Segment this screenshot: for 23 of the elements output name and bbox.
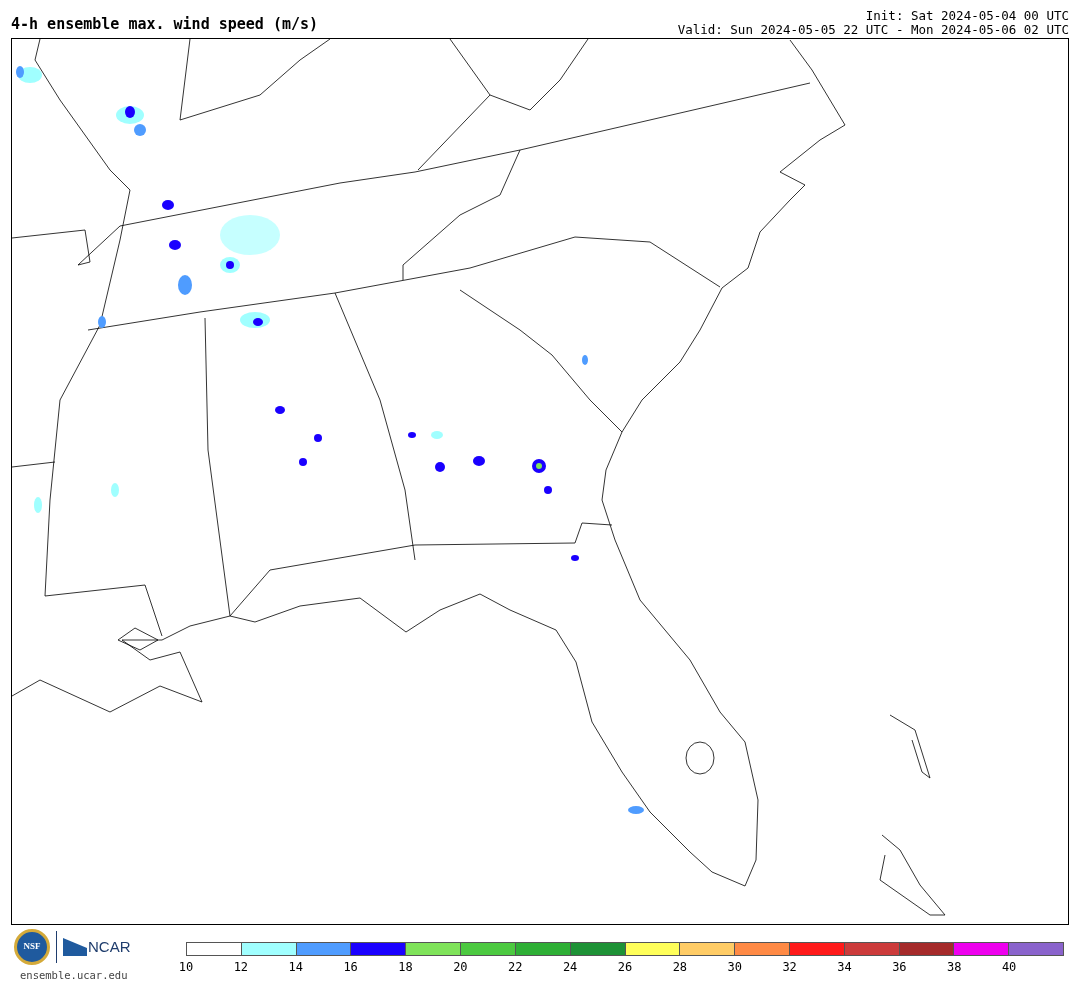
colorbar-tick-label: 36 [892, 961, 907, 973]
colorbar-tick-label: 40 [1001, 961, 1017, 973]
ncar-logo-text: NCAR [88, 936, 131, 957]
valid-time: Valid: Sun 2024-05-05 22 UTC - Mon 2024-05-06 02 UTC [677, 23, 1069, 37]
colorbar-tick-label: 24 [562, 961, 578, 973]
ncar-logo-icon [63, 938, 87, 956]
colorbar-tick-label: 12 [233, 961, 249, 973]
colorbar-tick-label: 34 [837, 961, 852, 973]
colorbar-tick-label: 22 [508, 961, 523, 973]
colorbar-tick-label: 30 [727, 961, 742, 973]
init-time: Init: Sat 2024-05-04 00 UTC [865, 9, 1069, 23]
colorbar-tick-label: 14 [288, 961, 303, 973]
site-url: ensemble.ucar.edu [20, 968, 128, 983]
nsf-logo: NSF [14, 929, 50, 965]
colorbar-tick-label: 28 [672, 961, 688, 973]
colorbar-tick-label: 26 [617, 961, 633, 973]
colorbar-tick-label: 18 [398, 961, 413, 973]
chart-title: 4-h ensemble max. wind speed (m/s) [11, 17, 319, 32]
colorbar-tick-label: 38 [947, 961, 962, 973]
colorbar-tick-label: 10 [178, 961, 194, 973]
colorbar-tick-label: 16 [343, 961, 358, 973]
colorbar-tick-label: 20 [453, 961, 468, 973]
colorbar-tick-label: 32 [782, 961, 797, 973]
